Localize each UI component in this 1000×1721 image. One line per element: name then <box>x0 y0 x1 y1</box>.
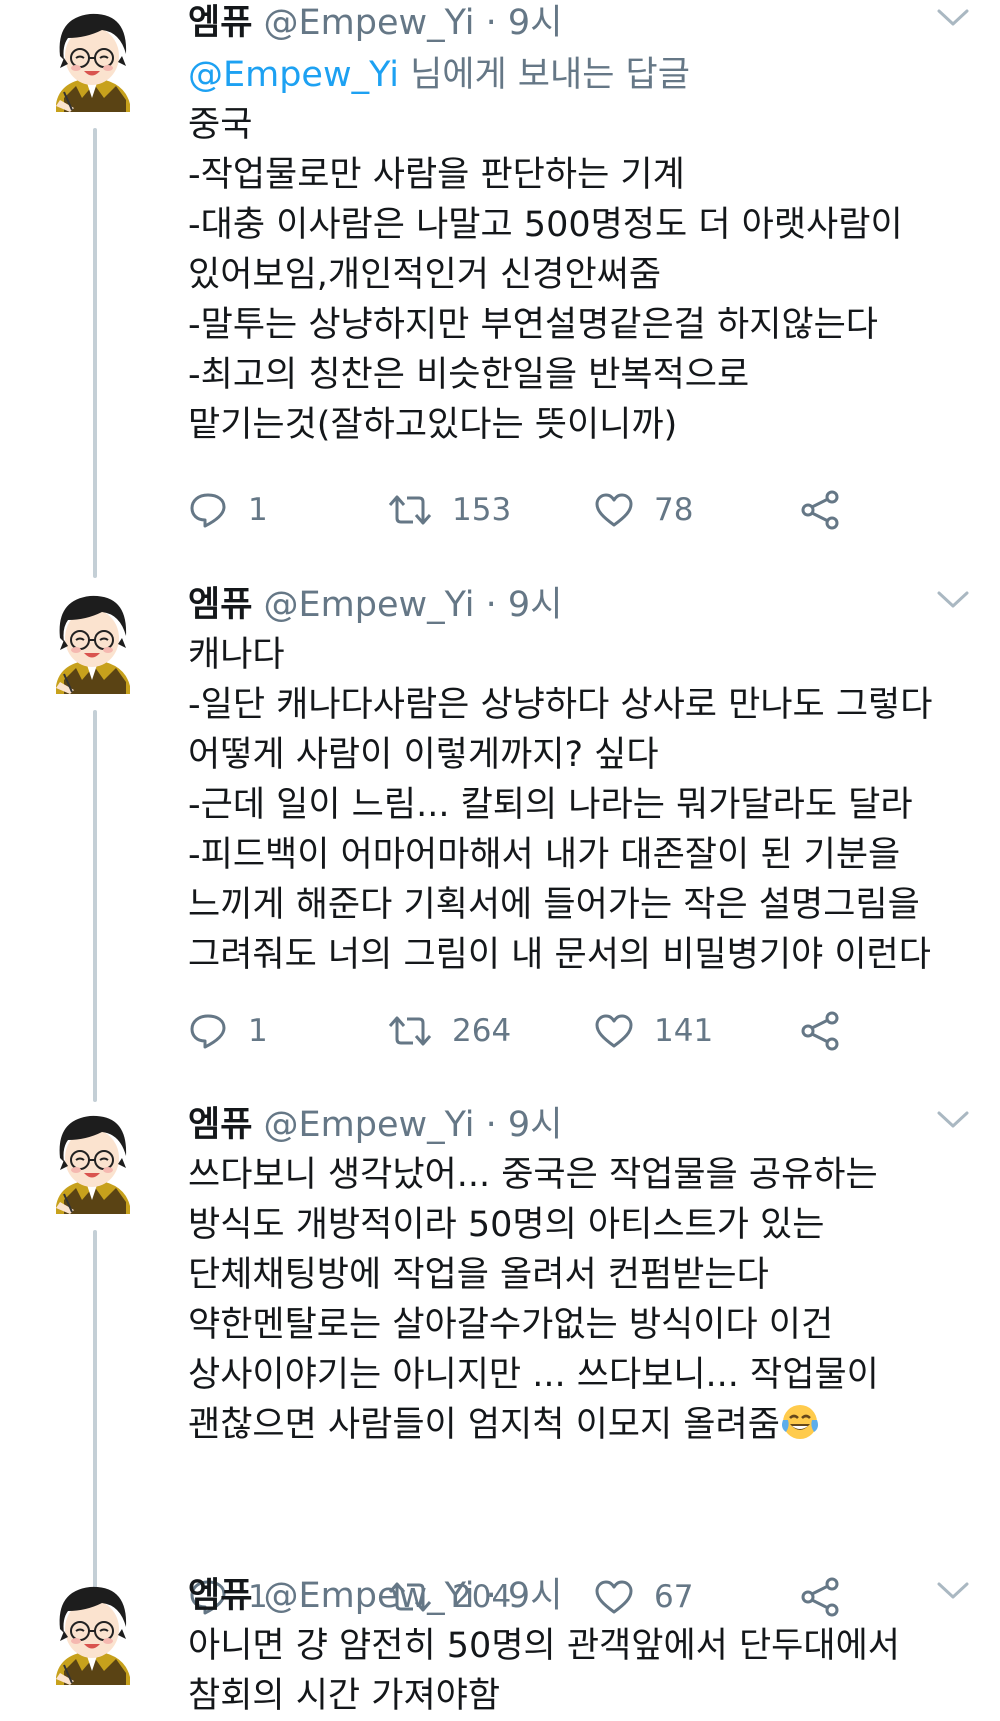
tweet-text: 중국 -작업물로만 사람을 판단하는 기계 -대충 이사람은 나말고 500명정… <box>188 105 903 445</box>
thread-connector <box>93 128 97 578</box>
separator: · <box>485 1105 497 1145</box>
retweet-icon <box>388 492 432 528</box>
tweet-time[interactable]: 9시 <box>508 585 562 625</box>
author-name[interactable]: 엠퓨 <box>188 585 252 625</box>
tweet-time[interactable]: 9시 <box>508 1105 562 1145</box>
face-with-tears-of-joy-icon <box>781 1405 818 1439</box>
separator: · <box>485 1576 497 1616</box>
like-button[interactable]: 78 <box>594 485 693 535</box>
heart-icon <box>594 492 634 528</box>
tweet-text: 캐나다 -일단 캐나다사람은 상냥하다 상사로 만나도 그렇다 어떻게 사람이 … <box>188 635 933 975</box>
share-button[interactable] <box>800 1006 840 1056</box>
reply-icon <box>188 1011 228 1051</box>
tweet-time[interactable]: 9시 <box>508 3 562 43</box>
retweet-icon <box>388 1013 432 1049</box>
reply-count: 1 <box>248 492 268 528</box>
author-name[interactable]: 엠퓨 <box>188 1576 252 1616</box>
thread-connector <box>93 710 97 1102</box>
heart-icon <box>594 1579 634 1615</box>
share-button[interactable] <box>800 1572 840 1622</box>
separator: · <box>485 3 497 43</box>
like-count: 78 <box>654 492 694 528</box>
reply-button[interactable]: 1 <box>188 1006 268 1056</box>
reply-to-suffix: 님에게 보내는 답글 <box>398 55 690 95</box>
tweet-text-content: 쓰다보니 생각났어... 중국은 작업물을 공유하는 방식도 개방적이라 50명… <box>188 1155 879 1445</box>
tweet-time[interactable]: 9시 <box>508 1576 562 1616</box>
avatar[interactable] <box>46 590 138 694</box>
author-handle[interactable]: @Empew_Yi <box>264 1576 475 1616</box>
tweet-header: 엠퓨 @Empew_Yi · 9시 <box>188 1102 562 1148</box>
author-handle[interactable]: @Empew_Yi <box>264 585 475 625</box>
author-name[interactable]: 엠퓨 <box>188 1105 252 1145</box>
author-handle[interactable]: @Empew_Yi <box>264 3 475 43</box>
tweet-thread: 엠퓨 @Empew_Yi · 9시 @Empew_Yi 님에게 보내는 답글 중… <box>0 0 1000 1720</box>
author-handle[interactable]: @Empew_Yi <box>264 1105 475 1145</box>
tweet-header: 엠퓨 @Empew_Yi · 9시 <box>188 582 562 628</box>
avatar[interactable] <box>46 8 138 112</box>
tweet-header: 엠퓨 @Empew_Yi · 9시 <box>188 0 562 46</box>
tweet-text: 아니면 걍 얌전히 50명의 관객앞에서 단두대에서 참회의 시간 가져야함 <box>188 1626 900 1716</box>
share-icon <box>800 1577 840 1617</box>
retweet-button[interactable]: 153 <box>388 485 511 535</box>
tweet-actions: 1 153 78 <box>188 485 848 535</box>
replying-to: @Empew_Yi 님에게 보내는 답글 <box>188 52 690 98</box>
like-count: 67 <box>654 1579 694 1615</box>
reply-icon <box>188 490 228 530</box>
chevron-down-icon[interactable] <box>936 6 970 30</box>
share-icon <box>800 1011 840 1051</box>
retweet-count: 153 <box>452 492 512 528</box>
tweet-actions: 1 264 141 <box>188 1006 848 1056</box>
retweet-button[interactable]: 264 <box>388 1006 511 1056</box>
reply-count: 1 <box>248 1013 268 1049</box>
chevron-down-icon[interactable] <box>936 1108 970 1132</box>
tweet-text: 쓰다보니 생각났어... 중국은 작업물을 공유하는 방식도 개방적이라 50명… <box>188 1150 978 1450</box>
heart-icon <box>594 1013 634 1049</box>
separator: · <box>485 585 497 625</box>
avatar[interactable] <box>46 1581 138 1685</box>
reply-to-link[interactable]: @Empew_Yi <box>188 55 399 95</box>
like-count: 141 <box>654 1013 714 1049</box>
like-button[interactable]: 141 <box>594 1006 713 1056</box>
reply-button[interactable]: 1 <box>188 485 268 535</box>
share-icon <box>800 490 840 530</box>
avatar[interactable] <box>46 1110 138 1214</box>
author-name[interactable]: 엠퓨 <box>188 3 252 43</box>
share-button[interactable] <box>800 485 840 535</box>
like-button[interactable]: 67 <box>594 1572 693 1622</box>
tweet-header: 엠퓨 @Empew_Yi · 9시 <box>188 1573 562 1619</box>
retweet-count: 264 <box>452 1013 512 1049</box>
chevron-down-icon[interactable] <box>936 588 970 612</box>
chevron-down-icon[interactable] <box>936 1579 970 1603</box>
